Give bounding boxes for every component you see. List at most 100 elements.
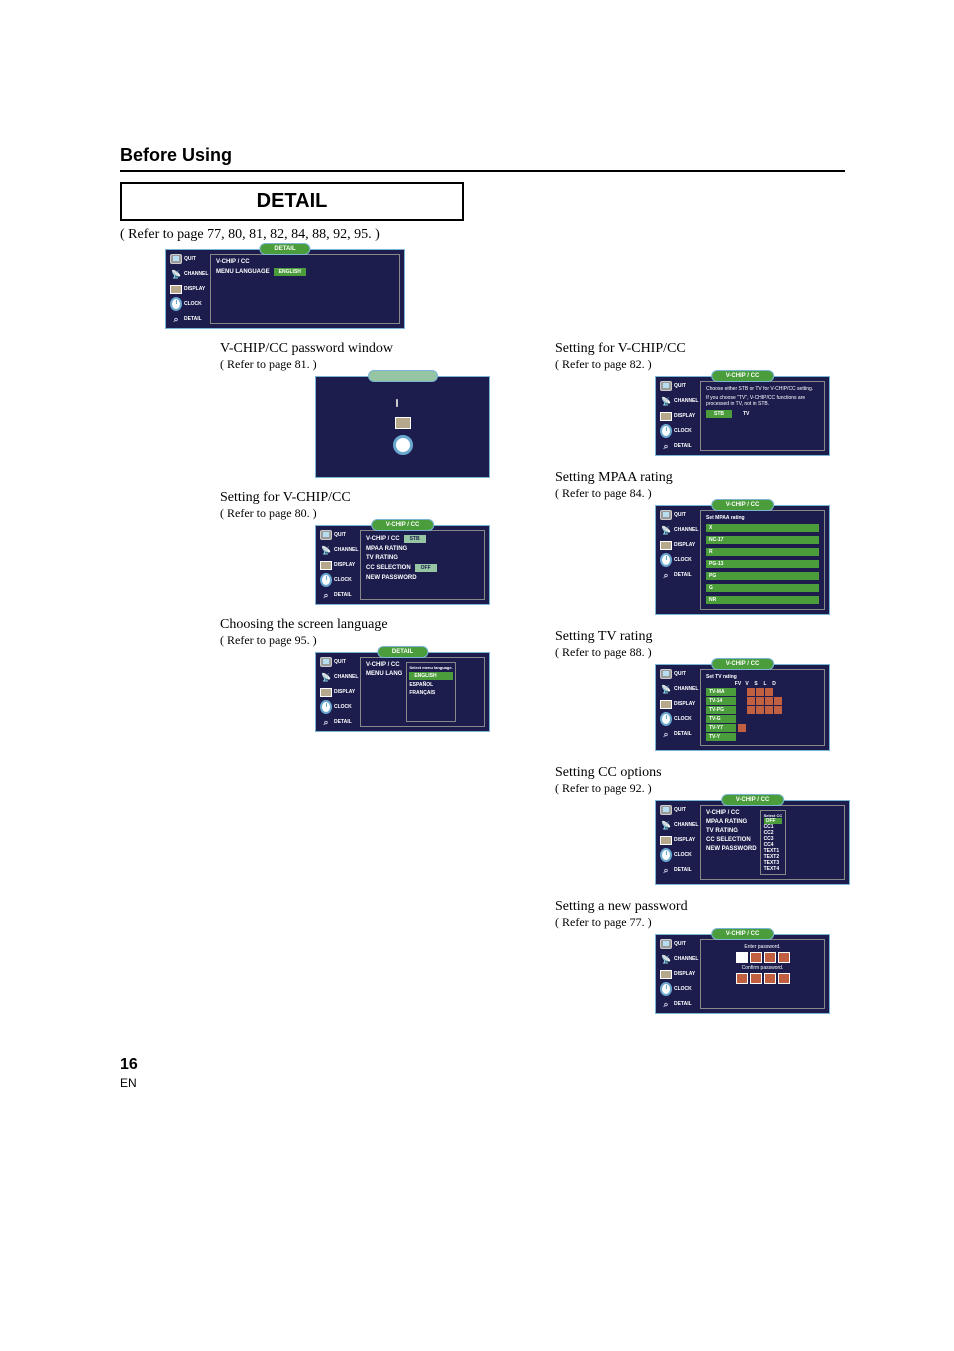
cc-row-newpw[interactable]: NEW PASSWORD [706, 846, 757, 852]
row-newpw[interactable]: NEW PASSWORD [366, 575, 479, 581]
ring-icon [393, 435, 413, 455]
btn-stb[interactable]: STB [706, 410, 732, 418]
page-number: 16 EN [120, 1056, 845, 1092]
dish-icon [320, 545, 332, 555]
row-menu-language[interactable]: MENU LANGUAGE ENGLISH [216, 268, 394, 276]
display-icon [660, 699, 672, 709]
row-mpaa[interactable]: MPAA RATING [366, 546, 479, 552]
tv-row-y7[interactable]: TV-Y7 [706, 724, 819, 732]
refer-newpw: ( Refer to page 77. ) [555, 915, 845, 930]
refer-cc: ( Refer to page 92. ) [555, 781, 845, 796]
display-icon [170, 284, 182, 294]
clock-icon [660, 714, 672, 724]
clock-icon [660, 850, 672, 860]
tv-row-g[interactable]: TV-G [706, 715, 819, 723]
lang-popup: Select menu language. ENGLISH ESPAÑOL FR… [406, 662, 455, 722]
tv-row-y[interactable]: TV-Y [706, 733, 819, 741]
osd-language: DETAIL QUIT CHANNEL DISPLAY CLOCK ⌕DETAI… [315, 652, 490, 732]
osd-mpaa: V-CHIP / CC QUIT CHANNEL DISPLAY CLOCK ⌕… [655, 505, 830, 615]
tv-row-pg[interactable]: TV-PG [706, 706, 819, 714]
cc-text4[interactable]: TEXT4 [764, 866, 783, 872]
osd-title: V-CHIP / CC [371, 519, 435, 531]
magnify-icon: ⌕ [320, 590, 332, 600]
osd-vchip-pw [315, 376, 490, 478]
confirm-password-boxes[interactable] [736, 973, 790, 984]
section-title: Before Using [120, 145, 845, 172]
tv-icon [396, 400, 410, 411]
dish-icon [660, 820, 672, 830]
clock-icon [660, 426, 672, 436]
refer-tvrating: ( Refer to page 88. ) [555, 645, 845, 660]
display-icon [320, 687, 332, 697]
osd-title: V-CHIP / CC [711, 658, 775, 670]
osd-sidebar: QUIT CHANNEL DISPLAY CLOCK ⌕DETAIL [170, 254, 210, 324]
mpaa-pg13[interactable]: PG-13 [706, 560, 819, 568]
refer-main: ( Refer to page 77, 80, 81, 82, 84, 88, … [120, 227, 845, 243]
lang-opt-english[interactable]: ENGLISH [409, 672, 452, 680]
dish-icon [660, 684, 672, 694]
osd-title: DETAIL [259, 243, 310, 255]
heading-cc: Setting CC options [555, 765, 845, 781]
tv-icon [660, 381, 672, 391]
refer-vchip-82: ( Refer to page 82. ) [555, 357, 845, 372]
cc-row-mpaa[interactable]: MPAA RATING [706, 819, 757, 825]
row-vchip-cc[interactable]: V-CHIP / CC [216, 259, 394, 265]
clock-icon [170, 299, 182, 309]
cc-row-tv[interactable]: TV RATING [706, 828, 757, 834]
osd-content: V-CHIP / CC MENU LANGUAGE ENGLISH [210, 254, 400, 324]
magnify-icon: ⌕ [660, 570, 672, 580]
dish-icon [320, 672, 332, 682]
tv-icon [660, 939, 672, 949]
display-icon [660, 411, 672, 421]
display-icon [660, 540, 672, 550]
magnify-icon: ⌕ [170, 314, 182, 324]
row-tvrating[interactable]: TV RATING [366, 555, 479, 561]
osd-detail-main: DETAIL QUIT CHANNEL DISPLAY CLOCK ⌕DETAI… [165, 249, 405, 329]
heading-vchip-80: Setting for V-CHIP/CC [220, 490, 555, 506]
osd-cc: V-CHIP / CC QUIT CHANNEL DISPLAY CLOCK ⌕… [655, 800, 850, 885]
mpaa-pg[interactable]: PG [706, 572, 819, 580]
dish-icon [660, 525, 672, 535]
magnify-icon: ⌕ [660, 865, 672, 875]
tv-icon [320, 530, 332, 540]
mpaa-nr[interactable]: NR [706, 596, 819, 604]
row-cc[interactable]: CC SELECTIONOFF [366, 564, 479, 572]
osd-vchip-80: V-CHIP / CC QUIT CHANNEL DISPLAY CLOCK ⌕… [315, 525, 490, 605]
row-vchip[interactable]: V-CHIP / CC [366, 662, 402, 668]
display-icon [320, 560, 332, 570]
clock-icon [660, 984, 672, 994]
cc-row-vchipcc[interactable]: V-CHIP / CC [706, 810, 757, 816]
tv-row-ma[interactable]: TV-MA [706, 688, 819, 696]
tv-icon [660, 669, 672, 679]
dish-icon [660, 396, 672, 406]
display-icon [395, 417, 411, 429]
enter-password-boxes[interactable] [736, 952, 790, 963]
mpaa-nc17[interactable]: NC-17 [706, 536, 819, 544]
lang-opt-francais[interactable]: FRANÇAIS [409, 690, 452, 696]
tv-row-14[interactable]: TV-14 [706, 697, 819, 705]
mpaa-g[interactable]: G [706, 584, 819, 592]
row-vchipcc[interactable]: V-CHIP / CCSTB [366, 535, 479, 543]
lang-opt-espanol[interactable]: ESPAÑOL [409, 682, 452, 688]
osd-vchip-82: V-CHIP / CC QUIT CHANNEL DISPLAY CLOCK ⌕… [655, 376, 830, 456]
heading-newpw: Setting a new password [555, 899, 845, 915]
btn-tv[interactable]: TV [735, 410, 757, 418]
magnify-icon: ⌕ [660, 441, 672, 451]
osd-title: V-CHIP / CC [711, 370, 775, 382]
osd-title: V-CHIP / CC [711, 928, 775, 940]
tv-icon [170, 254, 182, 264]
mpaa-x[interactable]: X [706, 524, 819, 532]
row-menu-lang[interactable]: MENU LANG [366, 671, 402, 677]
heading-tvrating: Setting TV rating [555, 629, 845, 645]
tv-icon [660, 510, 672, 520]
tv-icon [660, 805, 672, 815]
mpaa-r[interactable]: R [706, 548, 819, 556]
cc-row-ccsel[interactable]: CC SELECTION [706, 837, 757, 843]
heading-mpaa: Setting MPAA rating [555, 470, 845, 486]
dish-icon [170, 269, 182, 279]
clock-icon [660, 555, 672, 565]
magnify-icon: ⌕ [660, 999, 672, 1009]
osd-title [368, 370, 438, 382]
osd-title: DETAIL [377, 646, 428, 658]
menu-language-value: ENGLISH [274, 268, 306, 276]
